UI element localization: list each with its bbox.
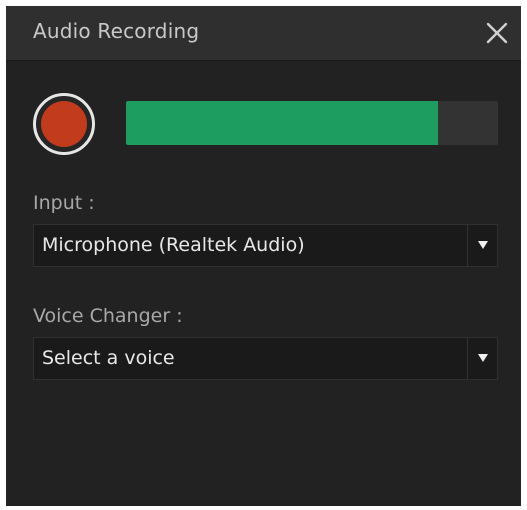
dropdown-arrow-icon (478, 354, 488, 362)
close-icon (486, 22, 508, 44)
input-device-value: Microphone (Realtek Audio) (42, 234, 305, 256)
voice-changer-label: Voice Changer : (33, 305, 183, 327)
audio-level-meter (126, 101, 498, 145)
title-bar: Audio Recording (6, 6, 521, 61)
audio-recording-window: Audio Recording Input : Microphone (Real… (6, 6, 521, 506)
input-label: Input : (33, 192, 95, 214)
voice-changer-select[interactable]: Select a voice (33, 337, 498, 380)
voice-changer-value: Select a voice (42, 347, 175, 369)
record-icon (41, 101, 87, 147)
dropdown-arrow-icon (478, 241, 488, 249)
input-dropdown-button[interactable] (467, 225, 497, 266)
voice-changer-dropdown-button[interactable] (467, 338, 497, 379)
close-button[interactable] (484, 20, 510, 46)
input-device-select[interactable]: Microphone (Realtek Audio) (33, 224, 498, 267)
audio-level-fill (126, 101, 439, 145)
window-title: Audio Recording (33, 19, 200, 43)
record-button[interactable] (33, 93, 95, 155)
